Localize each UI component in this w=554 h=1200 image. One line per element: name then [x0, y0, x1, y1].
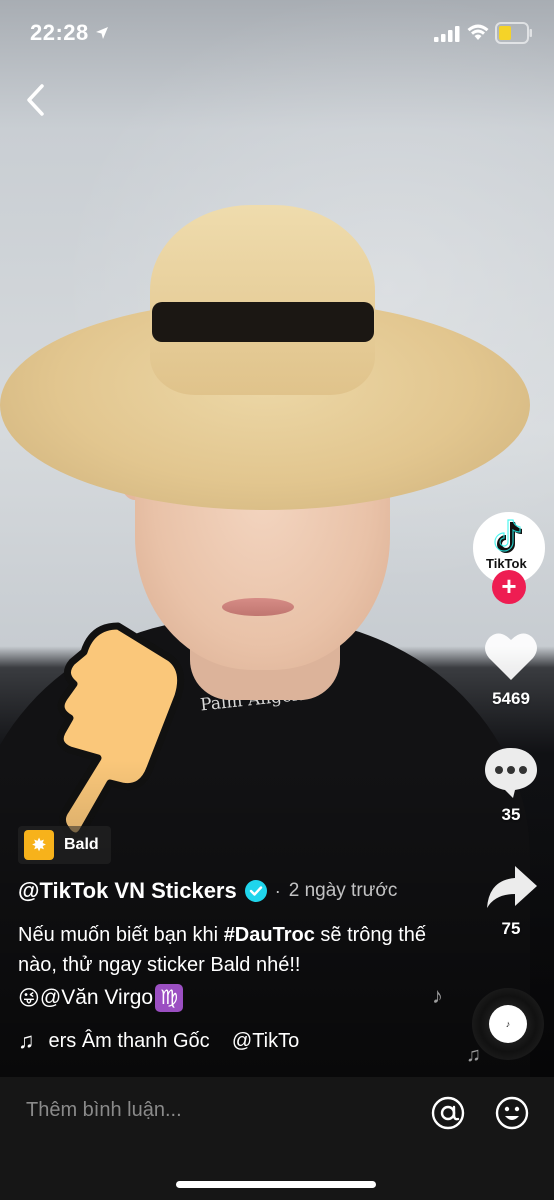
music-disc-button[interactable]: ♪ — [472, 988, 544, 1060]
music-note-icon: ♫ — [466, 1044, 481, 1066]
status-bar: 22:28 — [0, 0, 554, 66]
author-handle[interactable]: @TikTok VN Stickers — [18, 878, 237, 904]
sticker-tag[interactable]: ✸ Bald — [18, 826, 111, 864]
music-note-icon: ♪ — [432, 983, 443, 1008]
home-indicator — [176, 1181, 376, 1188]
battery-icon — [495, 22, 532, 44]
like-count: 5469 — [492, 689, 530, 708]
music-note-icon: ♫ — [18, 1028, 35, 1053]
hashtag-link[interactable]: #DauTroc — [224, 924, 315, 946]
music-disc-logo-icon: ♪ — [489, 1005, 527, 1043]
video-caption: Nếu muốn biết bạn khi #DauTroc sẽ trông … — [18, 920, 438, 980]
caption-text: Nếu muốn biết bạn khi — [18, 924, 224, 946]
hat-crown — [150, 205, 375, 395]
emoji-icon[interactable] — [495, 1096, 529, 1130]
sticker-label: Bald — [64, 836, 99, 853]
posted-time: 2 ngày trước — [288, 880, 398, 901]
cellular-signal-icon — [434, 26, 460, 42]
virgo-emoji-icon: ♍ — [155, 984, 184, 1012]
like-button[interactable]: 5469 — [476, 630, 546, 709]
separator-dot: · — [274, 880, 281, 901]
sparkle-sticker-icon: ✸ — [24, 830, 54, 860]
comment-bubble-icon — [485, 748, 537, 798]
comment-button[interactable]: 35 — [476, 746, 546, 825]
share-arrow-icon — [487, 866, 537, 908]
comment-input[interactable]: Thêm bình luận... — [26, 1099, 406, 1122]
tiktok-logo-icon — [494, 519, 522, 553]
follow-plus-button[interactable]: + — [492, 570, 526, 604]
mention-link[interactable]: @Văn Virgo — [40, 986, 153, 1010]
winking-emoji-icon: 😜 — [18, 986, 40, 1010]
share-button[interactable]: 75 — [476, 862, 546, 939]
mention-at-icon[interactable] — [431, 1096, 465, 1130]
comment-bar: Thêm bình luận... — [0, 1077, 554, 1200]
back-chevron-icon[interactable] — [18, 80, 58, 120]
status-time: 22:28 — [30, 20, 89, 45]
verified-badge-icon — [244, 880, 267, 902]
music-title: ers Âm thanh Gốc @TikTo — [48, 1029, 300, 1052]
avatar-label: TikTok — [486, 556, 527, 571]
person-mouth — [222, 598, 294, 616]
music-row[interactable]: ♫ ers Âm thanh Gốc @TikTo — [18, 1028, 318, 1054]
video-player[interactable]: Palm Angels — [0, 0, 554, 1077]
share-count: 75 — [501, 919, 521, 938]
comment-count: 35 — [501, 805, 521, 824]
heart-icon — [485, 633, 537, 680]
mention-row: 😜 @Văn Virgo ♍ — [18, 984, 184, 1012]
hat-band — [152, 302, 374, 342]
wifi-icon — [467, 24, 489, 40]
location-arrow-icon — [96, 27, 108, 39]
author-row: @TikTok VN Stickers · 2 ngày trước — [18, 878, 397, 904]
